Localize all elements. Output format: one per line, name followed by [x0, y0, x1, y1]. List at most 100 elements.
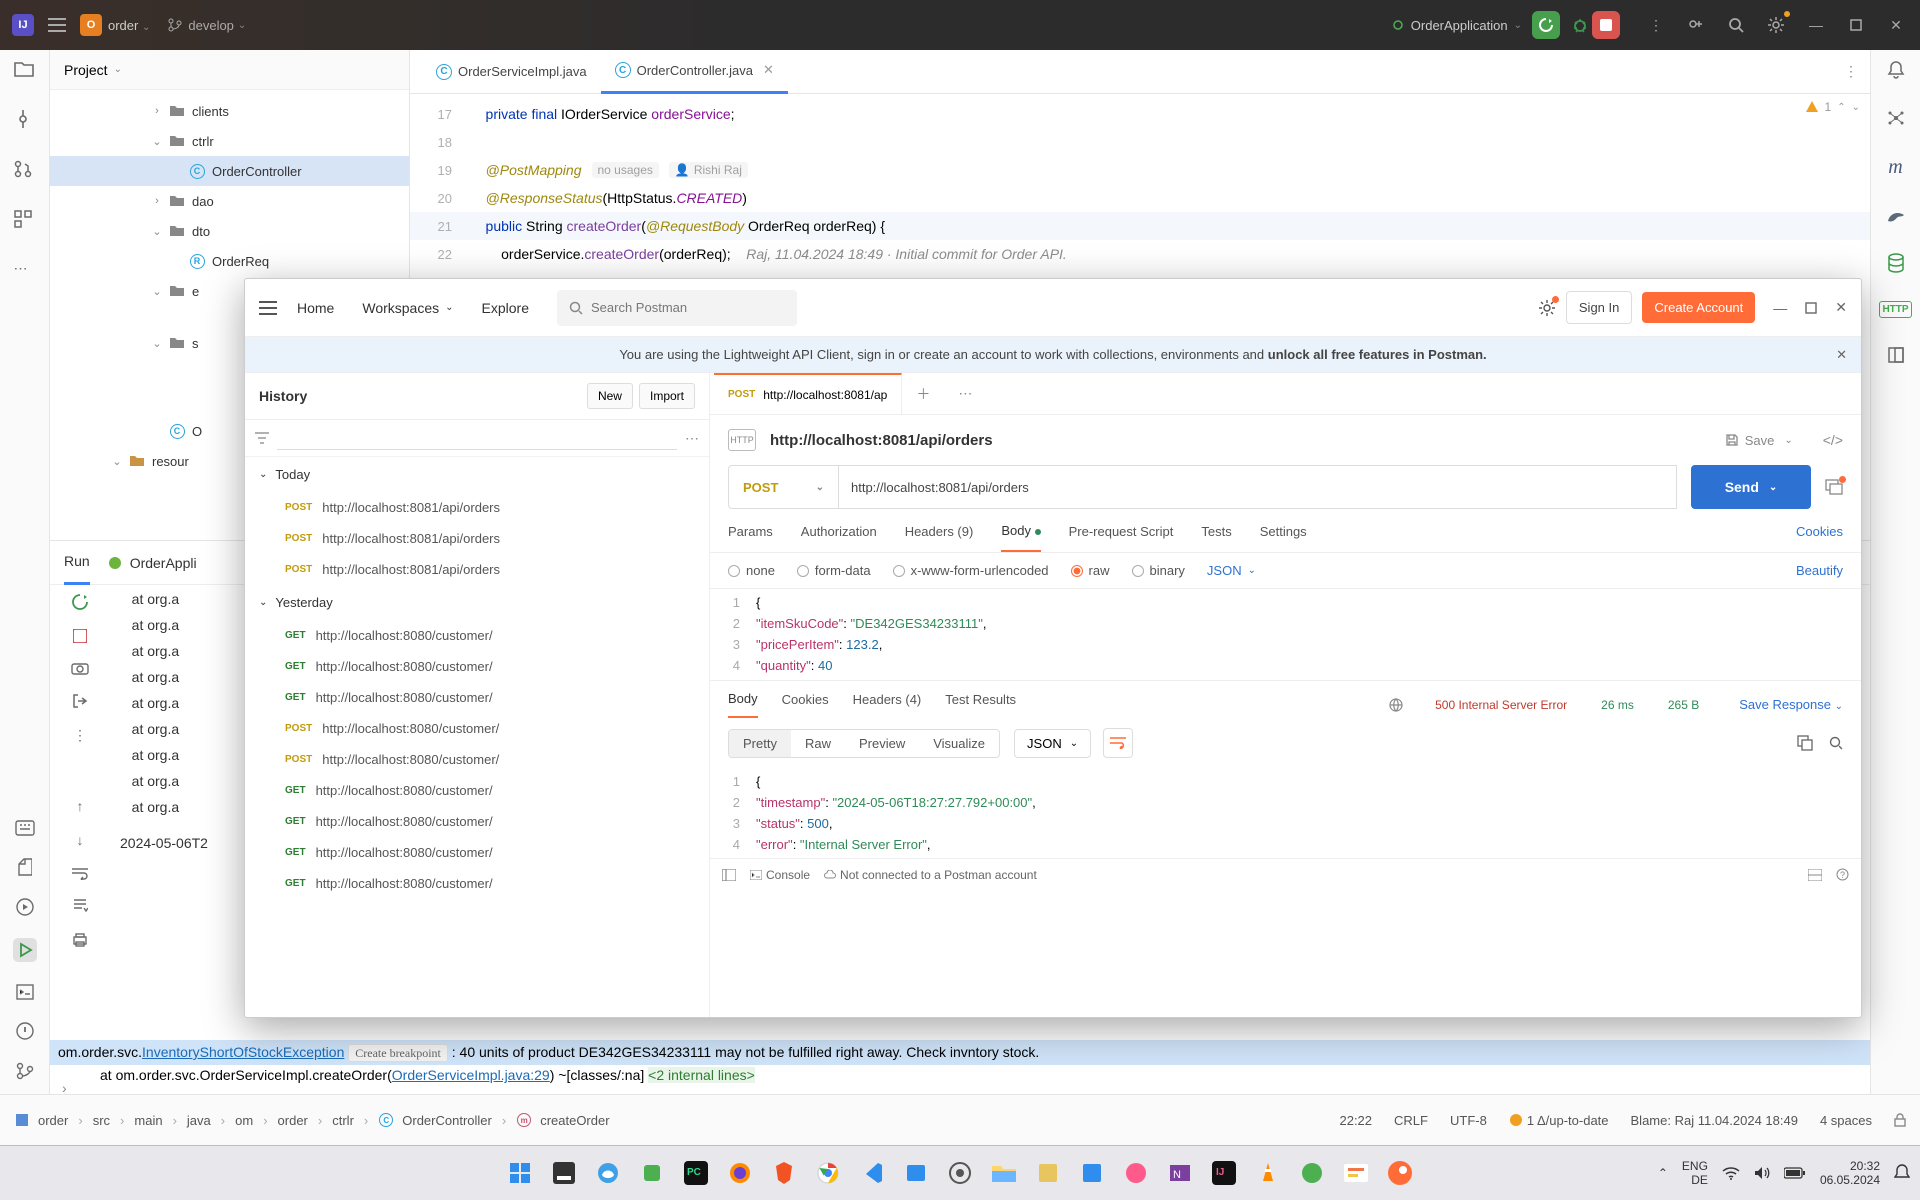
method-select[interactable]: POST⌄ [728, 465, 838, 509]
taskbar-onenote-icon[interactable]: N [1163, 1156, 1197, 1190]
cookies-link[interactable]: Cookies [1796, 524, 1843, 551]
exit-icon[interactable] [72, 693, 88, 709]
git-status[interactable]: 1 Δ/up-to-date [1509, 1113, 1609, 1128]
taskbar-firefox-icon[interactable] [723, 1156, 757, 1190]
breadcrumb[interactable]: ctrlr [332, 1113, 354, 1128]
stacktrace-link[interactable]: OrderServiceImpl.java:29 [392, 1067, 550, 1083]
usages-inlay[interactable]: no usages [592, 162, 659, 178]
response-format-select[interactable]: JSON⌄ [1014, 729, 1091, 758]
breadcrumb[interactable]: order [278, 1113, 308, 1128]
debug-button[interactable] [1568, 13, 1592, 37]
code-editor[interactable]: 1 ⌃⌄ 17 private final IOrderService orde… [410, 94, 1870, 274]
create-breakpoint-hint[interactable]: Create breakpoint [348, 1044, 448, 1062]
taskbar-pycharm-icon[interactable]: PC [679, 1156, 713, 1190]
code-view-icon[interactable]: </> [1823, 432, 1843, 448]
body-raw[interactable]: raw [1071, 563, 1110, 578]
more-actions-icon[interactable]: ⋮ [1644, 13, 1668, 37]
taskbar-intellij-icon[interactable]: IJ [1207, 1156, 1241, 1190]
breadcrumb[interactable]: java [187, 1113, 211, 1128]
run-app-tab[interactable]: OrderAppli [108, 541, 197, 585]
breadcrumb[interactable]: createOrder [540, 1113, 609, 1128]
env-icon[interactable] [1825, 479, 1843, 495]
breadcrumb[interactable]: order [38, 1113, 68, 1128]
history-item[interactable]: GEThttp://localhost:8080/customer/ [245, 837, 709, 868]
tree-folder-dto[interactable]: ⌄dto [50, 216, 409, 246]
taskbar-app-icon[interactable] [899, 1156, 933, 1190]
resp-tab-body[interactable]: Body [728, 691, 758, 718]
stop-button[interactable] [1592, 11, 1620, 39]
tree-folder-ctrlr[interactable]: ⌄ctrlr [50, 126, 409, 156]
footer-help-icon[interactable]: ? [1836, 868, 1849, 881]
close-icon[interactable]: ✕ [1835, 299, 1847, 316]
footer-layout-icon[interactable] [1808, 869, 1822, 881]
signin-button[interactable]: Sign In [1566, 291, 1632, 324]
taskbar-app-icon[interactable] [1119, 1156, 1153, 1190]
resp-tab-headers[interactable]: Headers (4) [853, 692, 922, 717]
taskbar-chrome-icon[interactable] [811, 1156, 845, 1190]
scroll-end-icon[interactable] [72, 898, 88, 914]
console-menu-icon[interactable]: ⋮ [73, 727, 87, 744]
breadcrumb[interactable]: OrderController [402, 1113, 492, 1128]
inspection-widget[interactable]: 1 ⌃⌄ [1805, 100, 1860, 114]
history-item[interactable]: GEThttp://localhost:8080/customer/ [245, 651, 709, 682]
taskbar-postman-icon[interactable] [1383, 1156, 1417, 1190]
code-with-me-icon[interactable] [1684, 13, 1708, 37]
view-pretty[interactable]: Pretty [729, 730, 791, 757]
run-tab[interactable]: Run [64, 541, 90, 585]
body-xwww[interactable]: x-www-form-urlencoded [893, 563, 1049, 578]
history-item[interactable]: POSThttp://localhost:8080/customer/ [245, 713, 709, 744]
postman-nav-home[interactable]: Home [297, 300, 334, 316]
taskbar-app-icon[interactable] [1295, 1156, 1329, 1190]
tree-folder-dao[interactable]: ›dao [50, 186, 409, 216]
postman-nav-workspaces[interactable]: Workspaces⌄ [362, 300, 453, 316]
project-panel-header[interactable]: Project⌄ [50, 50, 409, 90]
history-filter-input[interactable] [277, 426, 677, 450]
save-button[interactable]: Save⌄ [1725, 433, 1793, 448]
view-raw[interactable]: Raw [791, 730, 845, 757]
import-button[interactable]: Import [639, 383, 695, 409]
taskbar-vlc-icon[interactable] [1251, 1156, 1285, 1190]
tree-file-orderreq[interactable]: ROrderReq [50, 246, 409, 276]
exception-class-link[interactable]: InventoryShortOfStockException [142, 1044, 344, 1060]
wrap-lines-icon[interactable] [1103, 728, 1133, 758]
rerun-icon[interactable] [71, 593, 89, 611]
up-arrow-icon[interactable]: ↑ [77, 798, 84, 814]
tabs-more-icon[interactable]: ⋯ [944, 385, 986, 402]
globe-icon[interactable] [1389, 698, 1403, 712]
taskbar-app-icon[interactable] [1031, 1156, 1065, 1190]
postman-search[interactable]: Search Postman [557, 290, 797, 326]
resp-tab-tests[interactable]: Test Results [945, 692, 1016, 717]
stop-icon[interactable] [73, 629, 87, 643]
down-arrow-icon[interactable]: ↓ [77, 832, 84, 848]
blame-annotation[interactable]: Blame: Raj 11.04.2024 18:49 [1631, 1113, 1798, 1128]
volume-icon[interactable] [1754, 1166, 1770, 1180]
postman-settings-icon[interactable] [1538, 299, 1556, 317]
clock[interactable]: 20:3206.05.2024 [1820, 1159, 1880, 1187]
add-tab-button[interactable]: ＋ [902, 384, 944, 404]
line-separator[interactable]: CRLF [1394, 1113, 1428, 1128]
response-body[interactable]: 1{2 "timestamp": "2024-05-06T18:27:27.79… [710, 768, 1861, 858]
file-encoding[interactable]: UTF-8 [1450, 1113, 1487, 1128]
save-response-button[interactable]: Save Response ⌄ [1739, 697, 1843, 712]
taskbar-app-icon[interactable] [591, 1156, 625, 1190]
request-tab[interactable]: POSThttp://localhost:8081/ap [714, 373, 902, 415]
close-tab-icon[interactable]: ✕ [763, 62, 774, 78]
history-item[interactable]: GEThttp://localhost:8080/customer/ [245, 775, 709, 806]
history-item[interactable]: POSThttp://localhost:8080/customer/ [245, 744, 709, 775]
taskbar-vscode-icon[interactable] [855, 1156, 889, 1190]
response-view-segmented[interactable]: Pretty Raw Preview Visualize [728, 729, 1000, 758]
beautify-button[interactable]: Beautify [1796, 563, 1843, 578]
taskbar-app-icon[interactable] [1075, 1156, 1109, 1190]
copy-response-icon[interactable] [1797, 735, 1813, 751]
maximize-icon[interactable] [1805, 302, 1817, 314]
create-account-button[interactable]: Create Account [1642, 292, 1755, 323]
breadcrumb[interactable]: om [235, 1113, 253, 1128]
footer-console[interactable]: Console [750, 868, 810, 882]
indent-info[interactable]: 4 spaces [1820, 1113, 1872, 1128]
search-everywhere-icon[interactable] [1724, 13, 1748, 37]
camera-icon[interactable] [71, 661, 89, 675]
history-item[interactable]: GEThttp://localhost:8080/customer/ [245, 868, 709, 899]
taskbar-app-icon[interactable] [943, 1156, 977, 1190]
minimize-icon[interactable]: — [1804, 13, 1828, 37]
subtab-settings[interactable]: Settings [1260, 524, 1307, 551]
